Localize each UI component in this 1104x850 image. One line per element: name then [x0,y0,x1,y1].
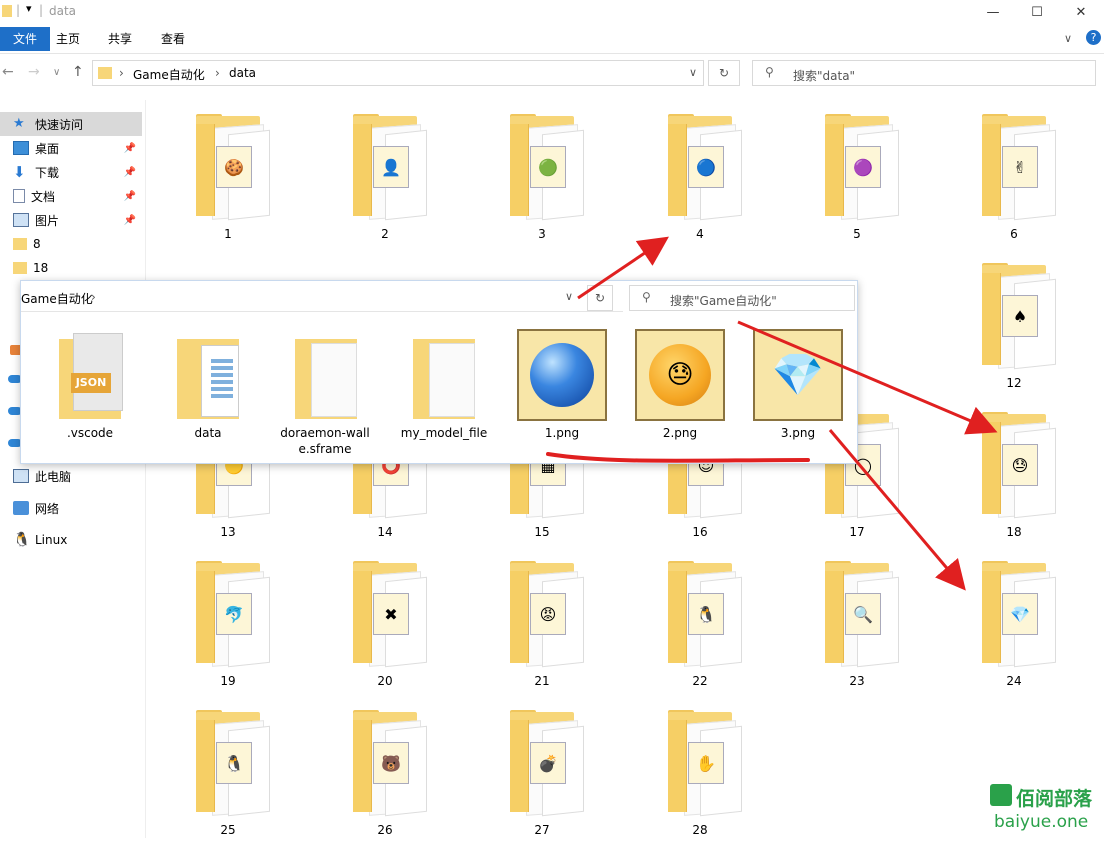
watermark: 佰阅部落 baiyue.one [990,784,1102,838]
annotation-layer [546,236,998,591]
annotation-arrow [737,320,998,435]
brand-logo-icon [990,784,1012,806]
watermark-url: baiyue.one [994,812,1089,832]
annotation-underline [546,452,810,463]
annotation-arrow [577,236,669,300]
watermark-brand: 佰阅部落 [1016,788,1093,810]
annotation-arrow [828,429,966,591]
